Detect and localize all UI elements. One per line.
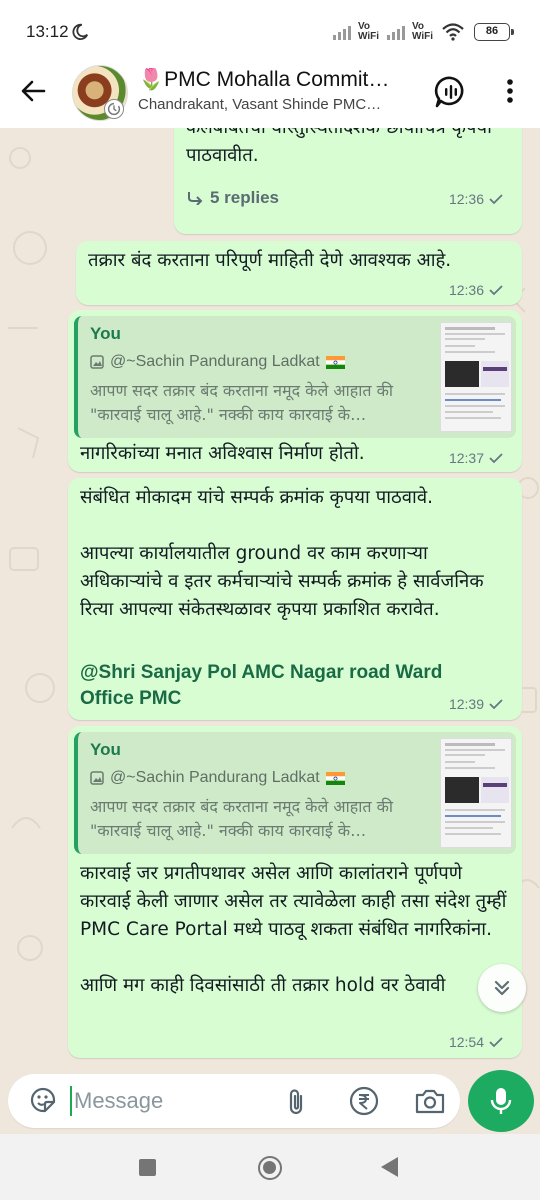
mention-link[interactable]: @Shri Sanjay Pol AMC Nagar road Ward Off…: [80, 660, 500, 712]
chat-header: 🌷PMC Mohalla Commit… Chandrakant, Vasant…: [0, 62, 540, 128]
quote-thumbnail-image: [440, 322, 512, 432]
message-bubble[interactable]: तक्रार बंद करताना परिपूर्ण माहिती देणे आ…: [76, 241, 522, 305]
sticker-emoji-icon[interactable]: [28, 1085, 58, 1115]
camera-icon[interactable]: [414, 1086, 446, 1116]
microphone-icon: [490, 1088, 512, 1114]
quoted-message[interactable]: You @~Sachin Pandurang Ladkat आपण सदर तक…: [74, 732, 516, 854]
message-time: 12:36: [449, 282, 504, 298]
message-text: तक्रार बंद करताना परिपूर्ण माहिती देणे आ…: [88, 250, 452, 271]
message-bubble[interactable]: You @~Sachin Pandurang Ladkat आपण सदर तक…: [68, 726, 522, 1058]
double-chevron-down-icon: [494, 980, 510, 996]
vowifi-label-2: Vo WiFi: [412, 21, 434, 42]
sent-tick-icon: [489, 453, 503, 464]
time-label: 12:36: [448, 282, 484, 298]
vowifi-label-1: Vo WiFi: [358, 21, 380, 42]
recent-apps-icon[interactable]: [139, 1159, 156, 1176]
message-time: 12:39: [449, 696, 504, 712]
message-text: नागरिकांच्या मनात अविश्वास निर्माण होतो.: [80, 443, 365, 464]
disappearing-timer-icon: [104, 99, 124, 119]
replies-count: 5 replies: [210, 188, 279, 207]
quote-sender-name: @~Sachin Pandurang Ladkat: [110, 353, 320, 370]
message-input-container[interactable]: [8, 1074, 460, 1128]
battery-indicator: 86: [474, 23, 514, 41]
sent-tick-icon: [489, 1037, 503, 1048]
payment-rupee-icon[interactable]: [348, 1085, 380, 1117]
chat-subtitle[interactable]: Chandrakant, Vasant Shinde PMC…: [138, 96, 418, 113]
attach-paperclip-icon[interactable]: [282, 1086, 310, 1118]
sent-tick-icon: [489, 285, 503, 296]
quoted-message[interactable]: You @~Sachin Pandurang Ladkat आपण सदर तक…: [74, 316, 516, 438]
text-cursor: [70, 1086, 72, 1116]
signal-icon: [333, 26, 351, 40]
back-arrow-icon[interactable]: [18, 76, 48, 106]
more-options-icon[interactable]: [498, 76, 522, 106]
status-bar: 13:12 Vo WiFi Vo WiFi 86: [0, 0, 540, 62]
reply-arrow-icon: [188, 192, 203, 205]
quote-text: आपण सदर तक्रार बंद करताना नमूद केले आहात…: [90, 381, 394, 424]
thread-replies-link[interactable]: 5 replies: [186, 188, 279, 208]
quote-text: आपण सदर तक्रार बंद करताना नमूद केले आहात…: [90, 797, 394, 840]
message-text: कारवाई जर प्रगतीपथावर असेल आणि कालांतरान…: [80, 863, 507, 996]
time-label: 12:37: [448, 450, 484, 466]
quote-author: You: [90, 740, 121, 759]
message-text: संबंधित मोकादम यांचे सम्पर्क क्रमांक कृप…: [80, 487, 484, 620]
quote-sender: @~Sachin Pandurang Ladkat: [90, 353, 345, 371]
home-icon[interactable]: [258, 1156, 282, 1180]
message-time: 12:36: [449, 191, 504, 207]
message-text: केलेबाबतची वास्तुस्थितीदर्शक छायाचित्रे …: [186, 128, 492, 166]
status-time: 13:12: [26, 22, 69, 41]
system-navigation-bar: [0, 1134, 540, 1200]
time-label: 12:36: [448, 191, 484, 207]
chat-title[interactable]: 🌷PMC Mohalla Commit…: [138, 68, 418, 92]
india-flag-icon: [325, 355, 345, 369]
chat-messages-area[interactable]: केलेबाबतची वास्तुस्थितीदर्शक छायाचित्रे …: [0, 128, 540, 1070]
quote-thumbnail-image: [440, 738, 512, 848]
sent-tick-icon: [489, 194, 503, 205]
message-bubble[interactable]: You @~Sachin Pandurang Ladkat आपण सदर तक…: [68, 310, 522, 472]
message-input[interactable]: [74, 1087, 274, 1115]
image-icon: [90, 771, 104, 785]
message-bubble[interactable]: केलेबाबतची वास्तुस्थितीदर्शक छायाचित्रे …: [174, 128, 522, 234]
scroll-to-bottom-button[interactable]: [478, 964, 526, 1012]
do-not-disturb-icon: [72, 23, 89, 40]
back-triangle-icon[interactable]: [381, 1157, 398, 1177]
status-icons: Vo WiFi Vo WiFi 86: [332, 18, 514, 46]
message-time: 12:37: [449, 450, 504, 466]
signal-icon-2: [387, 26, 405, 40]
voice-chat-icon[interactable]: [433, 74, 469, 110]
message-bubble[interactable]: संबंधित मोकादम यांचे सम्पर्क क्रमांक कृप…: [68, 478, 522, 720]
message-composer: [0, 1070, 540, 1134]
india-flag-icon: [325, 771, 345, 785]
quote-author: You: [90, 324, 121, 343]
sent-tick-icon: [489, 699, 503, 710]
time-label: 12:39: [448, 696, 484, 712]
quote-sender-name: @~Sachin Pandurang Ladkat: [110, 769, 320, 786]
wifi-icon: [442, 23, 464, 41]
voice-message-button[interactable]: [468, 1070, 534, 1132]
quote-sender: @~Sachin Pandurang Ladkat: [90, 769, 345, 787]
time-label: 12:54: [448, 1034, 484, 1050]
message-time: 12:54: [449, 1034, 504, 1050]
image-icon: [90, 355, 104, 369]
